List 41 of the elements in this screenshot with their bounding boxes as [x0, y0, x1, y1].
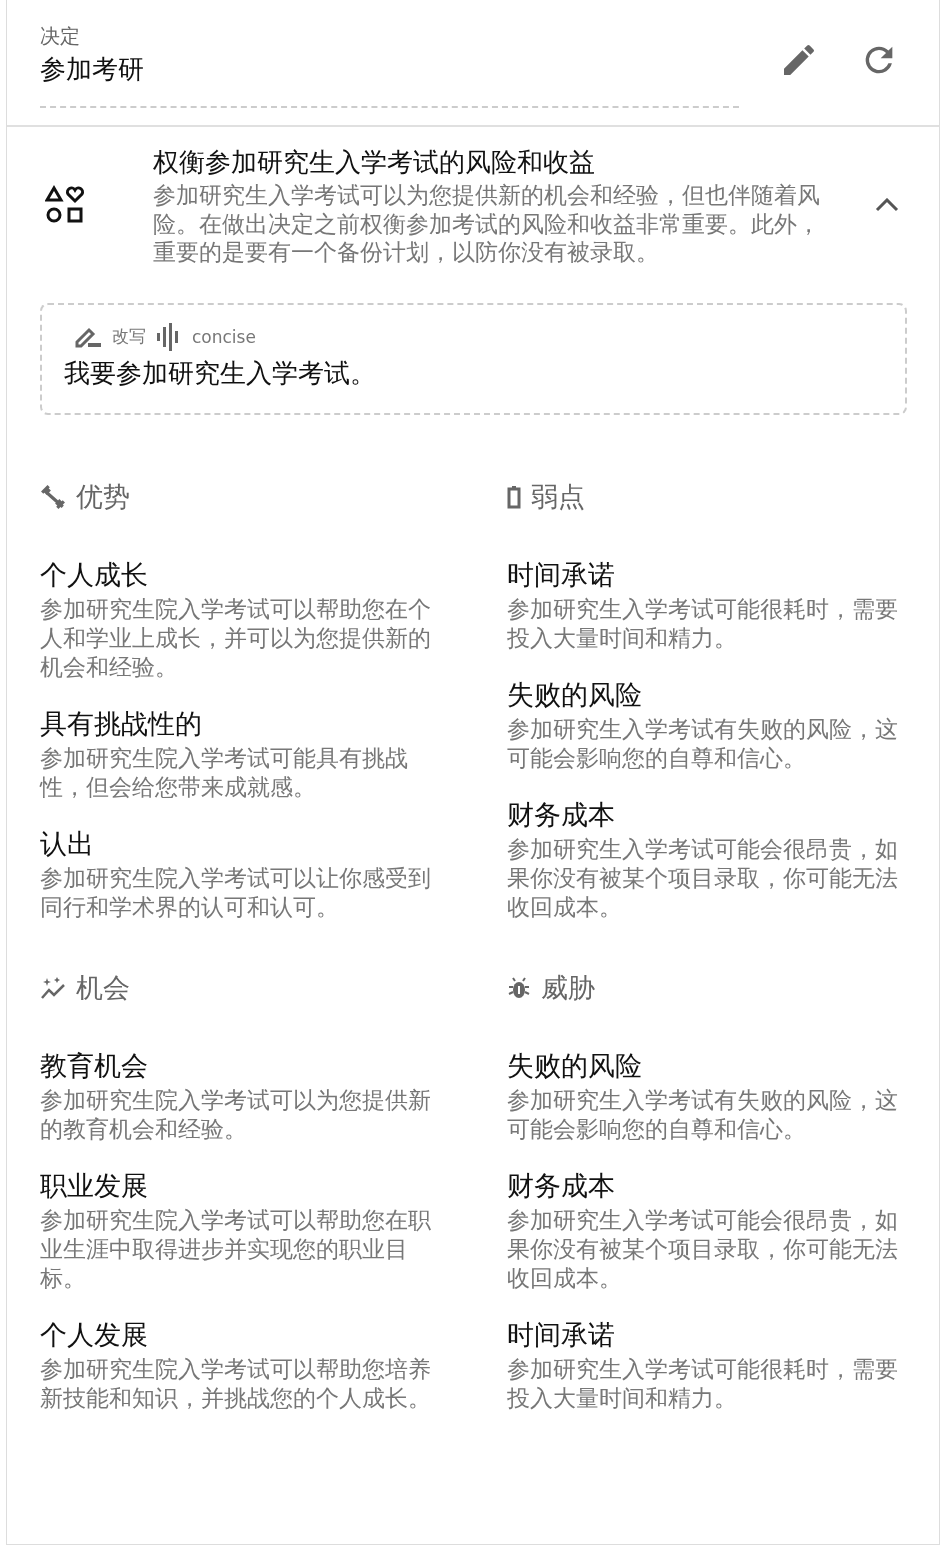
chevron-icon[interactable] [875, 197, 899, 212]
item-text: 参加研究生入学考试可能很耗时，需要投入大量时间和精力。 [507, 594, 899, 653]
item-text: 参加研究生入学考试有失败的风险，这可能会影响您的自尊和信心。 [507, 1085, 899, 1144]
item-text: 参加研究生入学考试可能会很昂贵，如果你没有被某个项目录取，你可能无法收回成本。 [507, 1205, 899, 1293]
section-heading: 威胁 [541, 970, 595, 1005]
item-title: 财务成本 [507, 1168, 616, 1203]
item-text: 参加研究生院入学考试可以帮助您培养新技能和知识，并挑战您的个人成长。 [40, 1354, 432, 1413]
item-title: 认出 [40, 826, 95, 861]
summary-text: 参加研究生入学考试可以为您提供新的机会和经验，但也伴随着风险。在做出决定之前权衡参加考试的风险和收益非常重要。此外，重要的是要有一个备份计划，以防你没有被录取。 [153, 181, 821, 267]
section-heading: 机会 [76, 970, 130, 1005]
item-title: 个人成长 [40, 557, 149, 592]
item-text: 参加研究生入学考试可能会很昂贵，如果你没有被某个项目录取，你可能无法收回成本。 [507, 834, 899, 922]
battery-icon [507, 484, 521, 509]
summary-title: 权衡参加研究生入学考试的风险和收益 [153, 146, 596, 179]
section-heading: 弱点 [531, 479, 585, 514]
item-title: 失败的风险 [507, 1048, 643, 1083]
item-title: 失败的风险 [507, 677, 643, 712]
item-text: 参加研究生入学考试有失败的风险，这可能会影响您的自尊和信心。 [507, 714, 899, 773]
item-text: 参加研究生院入学考试可以为您提供新的教育机会和经验。 [40, 1085, 432, 1144]
rewrite-text: 我要参加研究生入学考试。 [64, 356, 377, 390]
mode-label: 改写 [112, 325, 146, 348]
shapes-icon [45, 184, 85, 225]
sparkle-trend-icon [40, 975, 66, 1000]
item-text: 参加研究生院入学考试可以让你感受到同行和学术界的认可和认可。 [40, 863, 432, 922]
item-text: 参加研究生院入学考试可能具有挑战性，但会给您带来成就感。 [40, 743, 409, 802]
field-label: 决定 [40, 23, 81, 50]
bug-icon [507, 975, 531, 1000]
dumbbell-icon [40, 483, 66, 510]
item-title: 教育机会 [40, 1048, 149, 1083]
section-heading: 优势 [76, 479, 130, 514]
item-text: 参加研究生入学考试可能很耗时，需要投入大量时间和精力。 [507, 1354, 899, 1413]
item-text: 参加研究生院入学考试可以帮助您在职业生涯中取得进步并实现您的职业目标。 [40, 1205, 432, 1293]
item-title: 个人发展 [40, 1317, 149, 1352]
item-title: 职业发展 [40, 1168, 149, 1203]
decision-field[interactable]: 参加考研 [40, 50, 739, 88]
tone-label: concise [192, 326, 256, 347]
item-title: 时间承诺 [507, 557, 616, 592]
item-title: 具有挑战性的 [40, 706, 203, 741]
item-title: 时间承诺 [507, 1317, 616, 1352]
item-text: 参加研究生院入学考试可以帮助您在个人和学业上成长，并可以为您提供新的机会和经验。 [40, 594, 432, 682]
item-title: 财务成本 [507, 797, 616, 832]
